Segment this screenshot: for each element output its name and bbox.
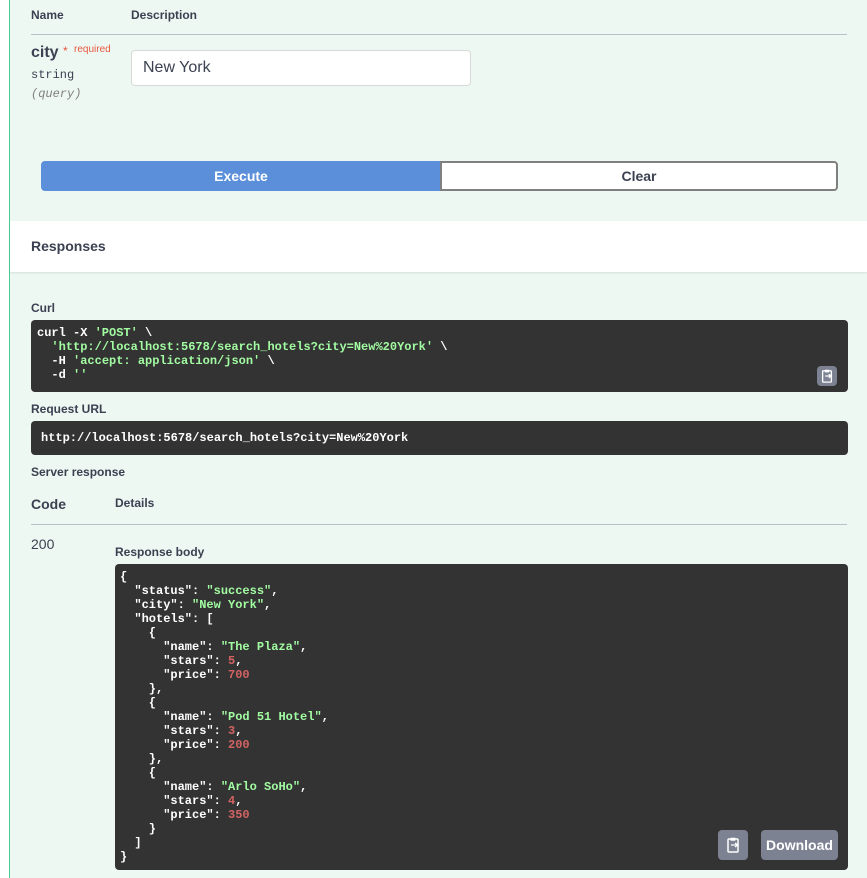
curl-line-4: -d '' [51, 368, 88, 382]
response-body-label: Response body [115, 545, 205, 559]
json-status: "success" [206, 584, 272, 598]
response-status-code: 200 [31, 536, 55, 552]
curl-line-1: curl -X 'POST' \ [37, 326, 153, 340]
responses-header: Responses [10, 221, 867, 272]
json-hotel-price: 350 [228, 808, 250, 822]
json-hotel-name: "Arlo SoHo" [220, 780, 301, 794]
json-hotel-name: "The Plaza" [220, 640, 301, 654]
parameter-description-column-header: Description [131, 8, 198, 22]
request-url-label: Request URL [31, 402, 107, 416]
json-hotel-price: 700 [228, 668, 250, 682]
execute-button[interactable]: Execute [41, 161, 441, 191]
parameter-name-column-header: Name [31, 8, 64, 22]
operation-block: Name Description city * required string … [9, 0, 867, 878]
parameters-table-header: Name Description [31, 0, 847, 35]
response-table-header: Code Details [31, 488, 847, 525]
clear-button[interactable]: Clear [440, 161, 838, 191]
json-hotel-price: 200 [228, 738, 250, 752]
clipboard-icon[interactable] [718, 830, 748, 860]
json-city: "New York" [192, 598, 265, 612]
json-hotel-name: "Pod 51 Hotel" [220, 710, 322, 724]
responses-title: Responses [31, 238, 106, 254]
curl-code-block[interactable]: curl -X 'POST' \ 'http://localhost:5678/… [31, 320, 848, 392]
request-url-value[interactable]: http://localhost:5678/search_hotels?city… [31, 421, 848, 455]
clipboard-icon[interactable] [817, 366, 837, 386]
server-response-label: Server response [31, 465, 126, 479]
json-hotel-stars: 5 [228, 654, 236, 668]
details-column-header: Details [115, 496, 155, 510]
json-hotel-stars: 4 [228, 794, 236, 808]
parameter-name: city [31, 44, 59, 61]
curl-line-3: -H 'accept: application/json' \ [51, 354, 275, 368]
code-column-header: Code [31, 496, 66, 512]
parameter-type: string [31, 68, 75, 82]
city-input[interactable] [131, 50, 471, 86]
parameter-location: (query) [31, 87, 82, 101]
json-hotel-stars: 3 [228, 724, 236, 738]
required-label: required [74, 44, 111, 55]
required-star: * [63, 44, 68, 58]
download-button[interactable]: Download [761, 830, 838, 860]
curl-line-2: 'http://localhost:5678/search_hotels?cit… [51, 340, 448, 354]
curl-label: Curl [31, 301, 55, 315]
response-body-block[interactable]: { "status": "success", "city": "New York… [115, 564, 848, 870]
